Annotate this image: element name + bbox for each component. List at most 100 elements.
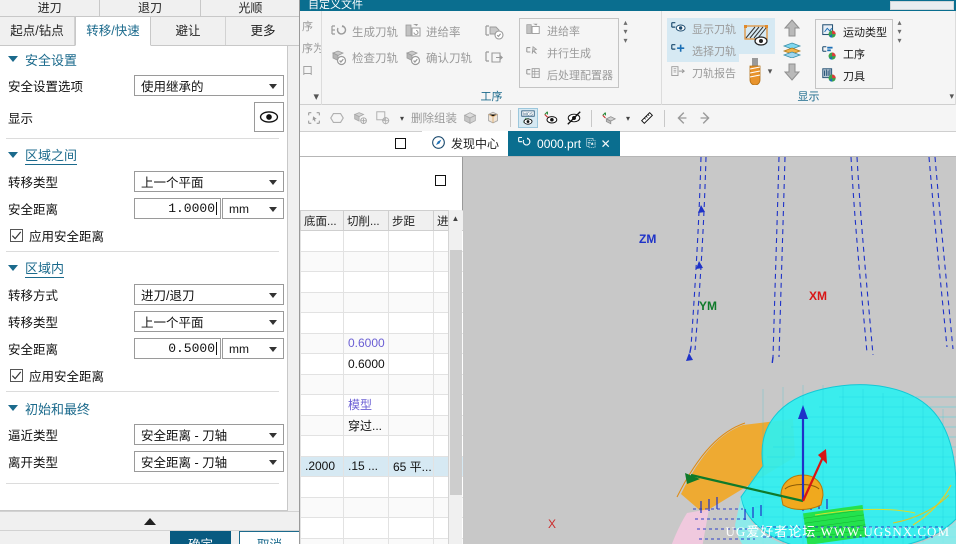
table-cell[interactable] [388, 517, 434, 539]
table-cell[interactable] [300, 312, 344, 334]
eye-icon[interactable] [541, 108, 561, 128]
table-cell[interactable] [343, 271, 389, 293]
scroll-down-icon[interactable]: ▾ [623, 27, 627, 36]
clipped-item-3[interactable]: 口 [302, 59, 313, 81]
table-cell[interactable]: 穿过... [343, 414, 389, 436]
select-transfer-method[interactable]: 进刀/退刀 [134, 284, 284, 305]
table-cell[interactable]: .15 ... [343, 455, 389, 477]
select-safe-setting-option[interactable]: 使用继承的 [134, 75, 284, 96]
input-safe-distance-between[interactable]: 1.0000 [134, 198, 221, 219]
table-cell[interactable] [343, 250, 389, 272]
postprocess-config-button[interactable]: 后处理配置器 [522, 64, 616, 86]
window-controls[interactable] [890, 1, 954, 10]
display-scroll-up-icon[interactable]: ▴ [897, 18, 901, 27]
display-preview-button[interactable] [254, 102, 284, 132]
shaded-body-icon[interactable] [460, 108, 480, 128]
table-cell[interactable] [300, 332, 344, 354]
display-scroll-down-icon[interactable]: ▾ [897, 27, 901, 36]
ok-button[interactable]: 确定 [170, 531, 231, 544]
close-tab-icon[interactable]: ✕ [601, 138, 611, 150]
table-cell[interactable] [300, 353, 344, 375]
table-cell[interactable] [300, 230, 344, 252]
table-cell[interactable] [388, 353, 434, 375]
generate-toolpath-button[interactable]: 生成刀轨 [327, 19, 401, 45]
detach-tab-icon[interactable]: ⎘ [586, 136, 596, 151]
table-cell[interactable] [300, 435, 344, 457]
table-row[interactable] [300, 271, 464, 293]
table-cell[interactable] [300, 414, 344, 436]
table-cell[interactable] [300, 394, 344, 416]
checkbox-apply-safe-distance-between[interactable] [10, 228, 23, 242]
table-row[interactable] [300, 496, 464, 518]
table-cell[interactable]: 65 平... [388, 455, 434, 477]
toolpath-layers-button[interactable] [781, 42, 803, 61]
tool-preview-caret-icon[interactable]: ▾ [768, 66, 773, 77]
document-tab-discovery[interactable]: 发现中心 [422, 131, 509, 156]
section-header-within-region[interactable]: 区域内 [0, 255, 287, 281]
feedrate-button[interactable]: 进给率 [401, 19, 475, 45]
table-row[interactable] [300, 291, 464, 313]
table-cell[interactable] [300, 291, 344, 313]
verify-toolpath-button[interactable]: 检查刀轨 [327, 45, 401, 71]
restore-window-icon[interactable] [395, 138, 406, 149]
select-departure-type[interactable]: 安全距离 - 刀轴 [134, 451, 284, 472]
table-row[interactable] [300, 435, 464, 457]
table-cell[interactable] [300, 496, 344, 518]
parallel-generate-button[interactable]: 并行生成 [522, 42, 616, 64]
table-cell[interactable] [343, 496, 389, 518]
nav-forward-icon[interactable] [695, 108, 715, 128]
table-row[interactable]: 穿过... [300, 414, 464, 436]
table-cell[interactable] [388, 250, 434, 272]
operation-legend-button[interactable]: 工序 [818, 43, 890, 65]
table-row[interactable] [300, 476, 464, 498]
dropdown-caret-2-icon[interactable]: ▾ [622, 108, 634, 128]
tool-preview-button[interactable] [742, 56, 768, 86]
table-cell[interactable] [388, 271, 434, 293]
table-cell[interactable] [300, 537, 344, 544]
table-cell[interactable] [388, 414, 434, 436]
dialog-collapse-strip[interactable] [0, 511, 300, 531]
checkbox-row-apply-safe-distance-within[interactable]: 应用安全距离 [0, 362, 287, 388]
delete-assembly-label[interactable]: 删除组装 [411, 110, 457, 126]
select-transfer-type-between[interactable]: 上一个平面 [134, 171, 284, 192]
table-cell[interactable] [388, 373, 434, 395]
clipped-item-2[interactable]: 序为 [302, 37, 321, 59]
dialog-tab-transfer-rapid[interactable]: 转移/快速 [75, 17, 151, 46]
dialog-tab-more[interactable]: 更多 [226, 17, 300, 45]
input-safe-distance-within[interactable]: 0.5000 [134, 338, 221, 359]
solid-body-icon[interactable] [350, 108, 370, 128]
navigator-restore-icon[interactable] [435, 175, 446, 186]
ribbon-overflow-caret-icon[interactable]: ▾ [949, 91, 954, 102]
select-unit-between[interactable]: mm [222, 198, 284, 219]
section-header-initial-final[interactable]: 初始和最终 [0, 395, 287, 421]
col-header-stepover[interactable]: 步距 [388, 210, 434, 231]
table-cell[interactable] [300, 517, 344, 539]
display-scroll-more-icon[interactable]: ▾ [897, 36, 901, 45]
navigator-vertical-scrollbar[interactable]: ▲ [448, 210, 462, 544]
scroll-more-icon[interactable]: ▾ [623, 36, 627, 45]
graphics-viewport[interactable]: ZM XM YM X UG爱好者论坛 WWW.UGSNX.COM [463, 157, 956, 544]
table-cell[interactable] [343, 230, 389, 252]
table-cell[interactable] [388, 476, 434, 498]
clipped-group-caret[interactable]: ▾ [302, 90, 319, 105]
table-row[interactable]: 模型 [300, 394, 464, 416]
toolpath-step-down-button[interactable] [781, 62, 803, 85]
checkbox-row-apply-safe-distance-between[interactable]: 应用安全距离 [0, 222, 287, 248]
dialog-tab-retract[interactable]: 退刀 [100, 0, 201, 16]
table-cell[interactable] [388, 435, 434, 457]
table-row[interactable] [300, 517, 464, 539]
orient-view-icon[interactable] [483, 108, 503, 128]
table-cell[interactable] [388, 537, 434, 544]
table-row[interactable] [300, 230, 464, 252]
table-cell[interactable] [300, 373, 344, 395]
dialog-tab-smoothing[interactable]: 光顺 [201, 0, 300, 16]
toolpath-report-button[interactable]: 刀轨报告 [667, 62, 739, 84]
document-tab-part[interactable]: 0000.prt ⎘ ✕ [508, 131, 620, 156]
table-row[interactable]: 0.6000 [300, 332, 464, 354]
table-cell[interactable] [388, 394, 434, 416]
cancel-button[interactable]: 取消 [238, 531, 300, 544]
table-cell[interactable]: 0.6000 [343, 353, 389, 375]
nav-back-icon[interactable] [672, 108, 692, 128]
datum-csys-icon[interactable] [373, 108, 393, 128]
table-cell[interactable] [300, 250, 344, 272]
